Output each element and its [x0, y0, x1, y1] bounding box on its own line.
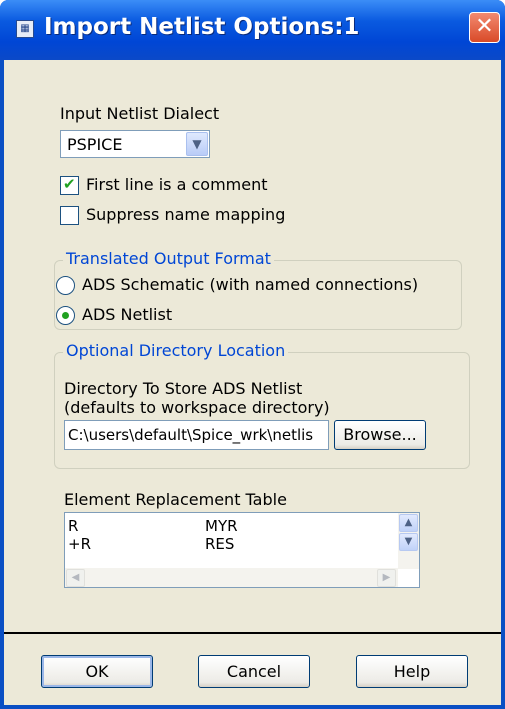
scroll-right-icon[interactable]: ▶: [377, 569, 396, 587]
output-format-title: Translated Output Format: [63, 249, 274, 268]
help-button[interactable]: Help: [356, 655, 468, 688]
scroll-up-icon[interactable]: ▲: [399, 514, 418, 532]
directory-title: Optional Directory Location: [63, 341, 289, 360]
dialog-window: ▦ Import Netlist Options:1 ✕ Input Netli…: [0, 0, 505, 709]
ok-button[interactable]: OK: [41, 655, 153, 688]
dialog-body: Input Netlist Dialect PSPICE ▼ First lin…: [4, 60, 501, 705]
table-cell: MYR: [205, 517, 238, 535]
directory-label-2: (defaults to workspace directory): [64, 398, 330, 417]
ads-netlist-label: ADS Netlist: [82, 305, 173, 324]
directory-label-1: Directory To Store ADS Netlist: [64, 379, 303, 398]
chevron-down-icon[interactable]: ▼: [186, 132, 208, 156]
replacement-table[interactable]: R MYR +R RES ▲ ▼ ◀ ▶: [64, 512, 420, 588]
table-cell: RES: [205, 535, 235, 553]
cancel-button[interactable]: Cancel: [198, 655, 310, 688]
dialog-title: Import Netlist Options:1: [44, 14, 360, 40]
replacement-table-label: Element Replacement Table: [64, 490, 287, 509]
close-button[interactable]: ✕: [469, 12, 500, 43]
title-bar[interactable]: ▦ Import Netlist Options:1 ✕: [0, 0, 505, 60]
app-icon: ▦: [16, 20, 34, 38]
directory-path-input[interactable]: C:\users\default\Spice_wrk\netlis: [64, 420, 329, 450]
horizontal-scrollbar[interactable]: ◀ ▶: [65, 568, 398, 587]
scroll-down-icon[interactable]: ▼: [399, 533, 418, 551]
suppress-mapping-label: Suppress name mapping: [86, 205, 286, 224]
first-line-comment-label: First line is a comment: [86, 175, 268, 194]
table-row[interactable]: R MYR: [68, 517, 238, 535]
dialect-label: Input Netlist Dialect: [60, 104, 220, 123]
table-cell: R: [68, 517, 79, 535]
divider: [4, 632, 501, 634]
ads-schematic-radio[interactable]: [56, 276, 75, 295]
dialect-value: PSPICE: [67, 135, 123, 154]
scroll-left-icon[interactable]: ◀: [66, 569, 85, 587]
browse-button[interactable]: Browse...: [334, 420, 426, 450]
ads-netlist-radio[interactable]: [56, 306, 75, 325]
directory-path-value: C:\users\default\Spice_wrk\netlis: [68, 426, 314, 444]
table-cell: +R: [68, 535, 91, 553]
suppress-mapping-checkbox[interactable]: [60, 206, 79, 225]
vertical-scrollbar[interactable]: ▲ ▼: [398, 513, 419, 569]
first-line-comment-checkbox[interactable]: [60, 175, 79, 195]
ads-schematic-label: ADS Schematic (with named connections): [82, 275, 419, 294]
dialect-select[interactable]: PSPICE ▼: [60, 130, 210, 158]
table-row[interactable]: +R RES: [68, 535, 234, 553]
